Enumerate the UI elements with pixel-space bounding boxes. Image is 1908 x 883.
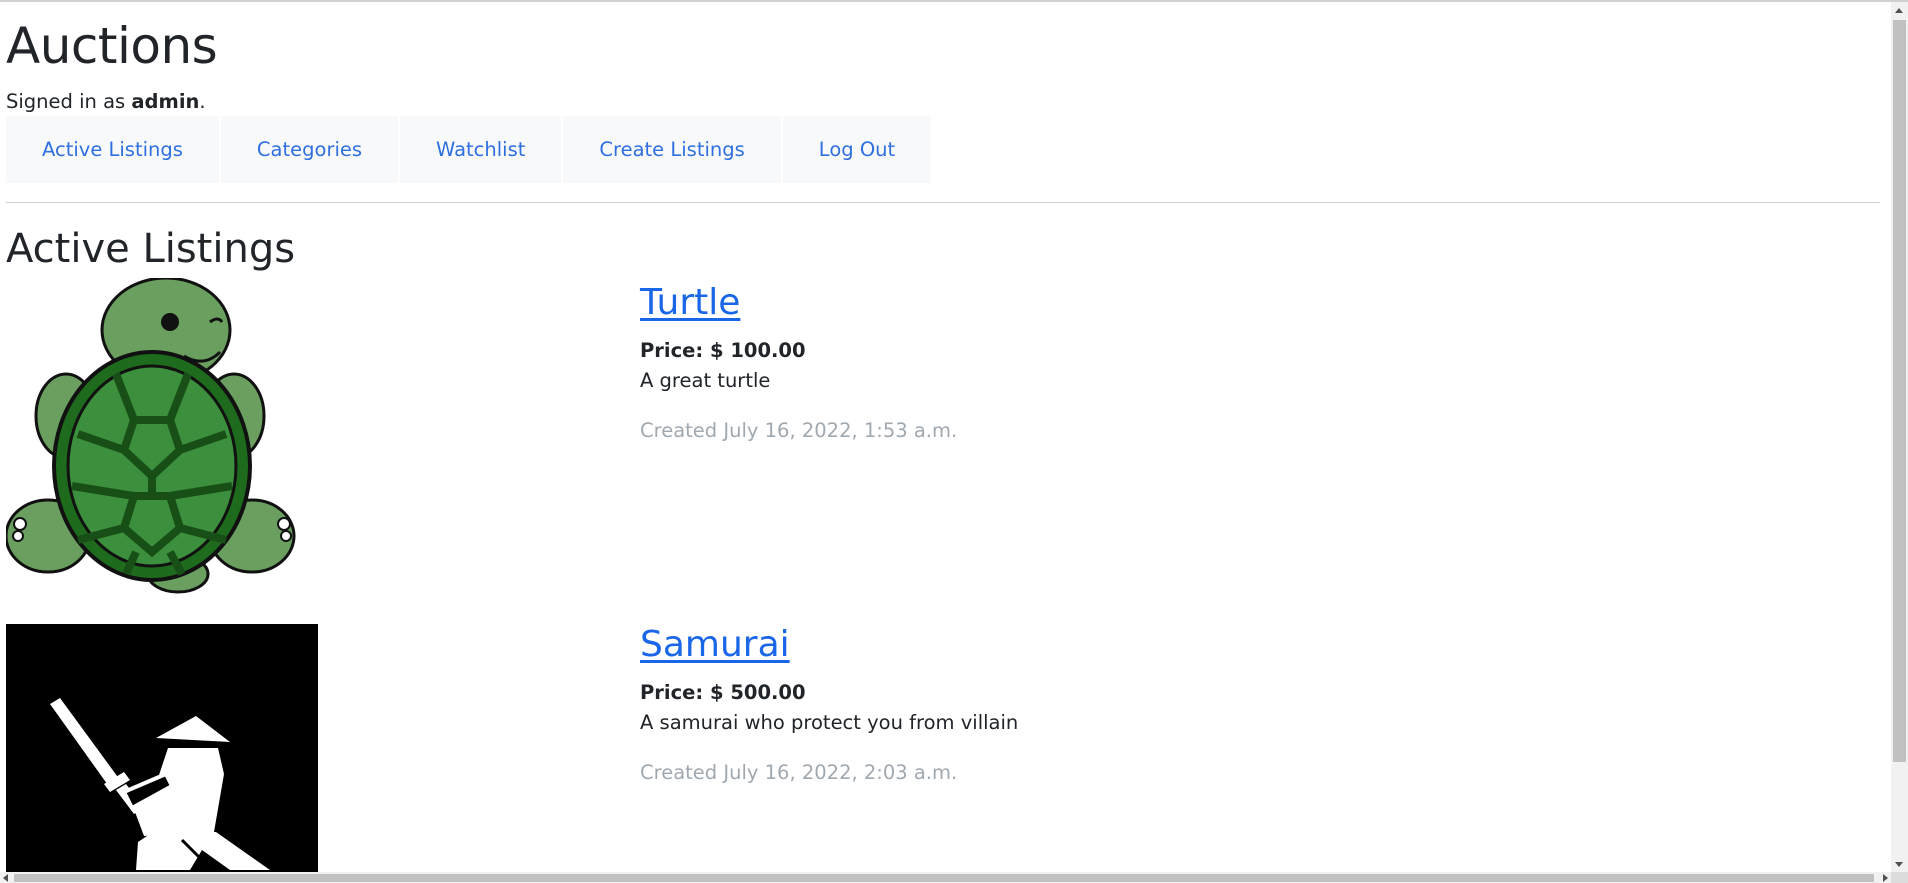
- page-content: Auctions Signed in as admin. Active List…: [6, 2, 1880, 872]
- scroll-down-icon[interactable]: [1895, 862, 1903, 867]
- signed-in-username: admin: [131, 90, 200, 113]
- horizontal-scroll-thumb[interactable]: [14, 874, 1874, 882]
- listing-description: A great turtle: [640, 369, 771, 392]
- listing-price: Price: $ 500.00: [640, 681, 806, 704]
- turtle-image[interactable]: [6, 276, 296, 594]
- scroll-up-icon[interactable]: [1895, 8, 1903, 13]
- listing-title-link[interactable]: Turtle: [640, 280, 957, 326]
- scroll-right-icon[interactable]: [1883, 874, 1888, 882]
- site-title: Auctions: [6, 17, 218, 75]
- vertical-scroll-thumb[interactable]: [1893, 20, 1906, 762]
- signed-in-prefix: Signed in as: [6, 90, 132, 113]
- listing-price: Price: $ 100.00: [640, 339, 806, 362]
- listing-title-link[interactable]: Samurai: [640, 622, 1018, 668]
- nav-watchlist[interactable]: Watchlist: [400, 116, 562, 183]
- nav-categories[interactable]: Categories: [220, 116, 399, 183]
- listing-description: A samurai who protect you from villain: [640, 711, 1019, 734]
- scrollbar-corner: [1891, 872, 1908, 883]
- signed-in-status: Signed in as admin.: [6, 89, 206, 115]
- listing-samurai: Samurai Price: $ 500.00 A samurai who pr…: [640, 622, 1018, 786]
- header-divider: [6, 202, 1880, 203]
- horizontal-scrollbar[interactable]: [0, 872, 1891, 883]
- scroll-left-icon[interactable]: [3, 874, 8, 882]
- samurai-image[interactable]: [6, 624, 318, 872]
- nav-log-out[interactable]: Log Out: [782, 116, 932, 183]
- nav-create-listings[interactable]: Create Listings: [563, 116, 781, 183]
- main-nav: Active Listings Categories Watchlist Cre…: [6, 116, 933, 183]
- section-title: Active Listings: [6, 226, 296, 272]
- vertical-scrollbar[interactable]: [1891, 2, 1908, 873]
- listing-created-date: Created July 16, 2022, 1:53 a.m.: [640, 419, 958, 442]
- nav-active-listings[interactable]: Active Listings: [6, 116, 219, 183]
- listing-turtle: Turtle Price: $ 100.00 A great turtle Cr…: [640, 280, 957, 444]
- signed-in-suffix: .: [199, 90, 206, 113]
- listing-created-date: Created July 16, 2022, 2:03 a.m.: [640, 761, 958, 784]
